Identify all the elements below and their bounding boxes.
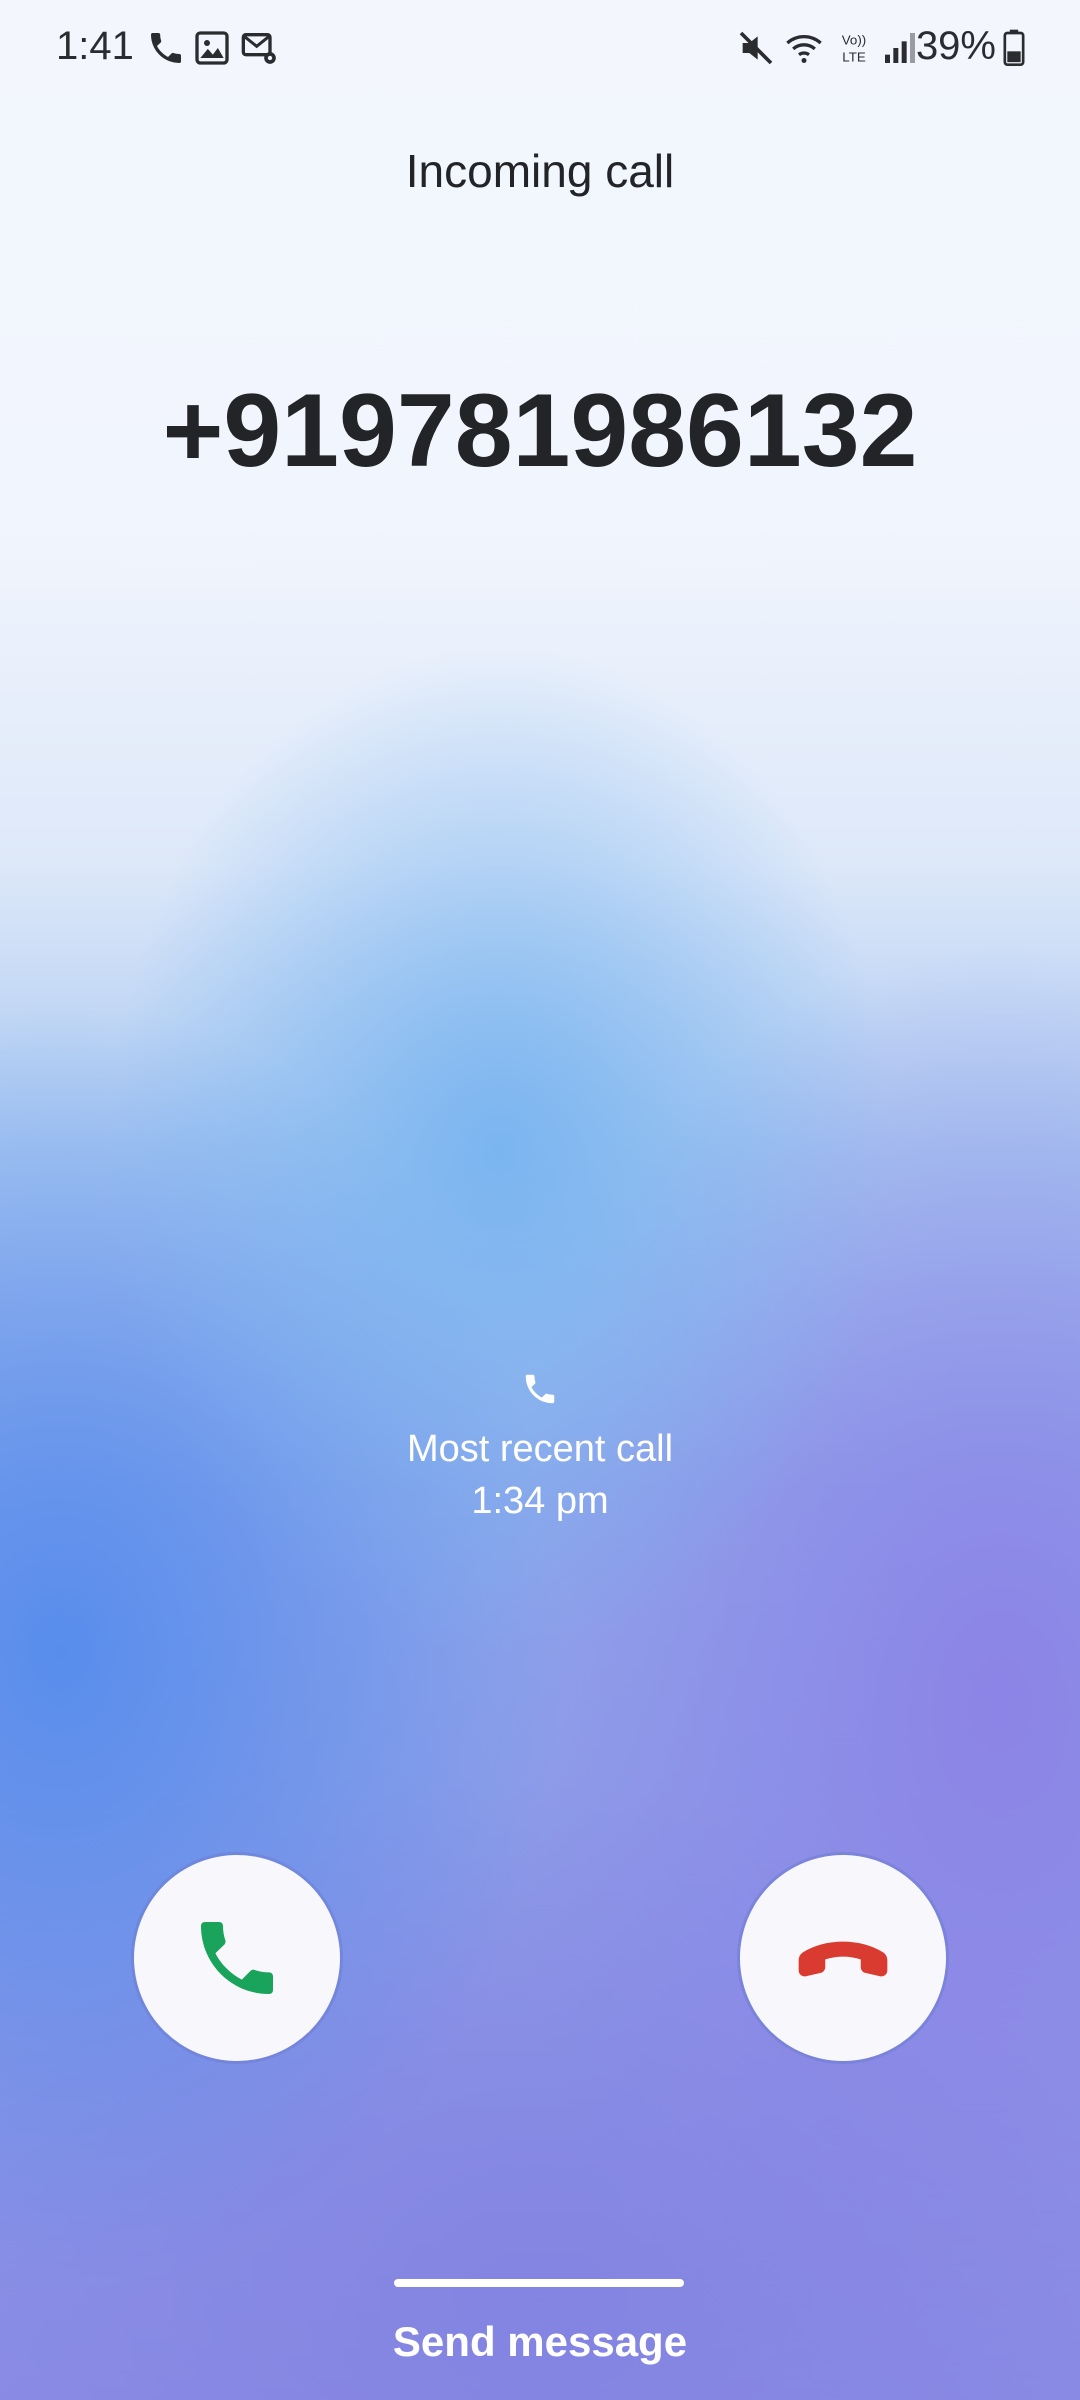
send-message-button[interactable]: Send message xyxy=(0,2318,1080,2366)
call-background xyxy=(0,0,1080,2400)
call-status-title: Incoming call xyxy=(405,145,675,197)
image-icon xyxy=(195,31,229,65)
caller-number: +919781986132 xyxy=(162,373,918,489)
phone-icon xyxy=(151,33,181,63)
wifi-icon xyxy=(786,35,822,63)
email-settings-icon xyxy=(241,33,276,64)
recent-call-label: Most recent call xyxy=(406,1428,674,1470)
battery-percent: 39% xyxy=(915,24,996,68)
decline-call-button[interactable] xyxy=(740,1855,946,2061)
recent-call-time: 1:34 pm xyxy=(471,1480,609,1522)
phone-icon xyxy=(525,1374,555,1404)
svg-text:Vo)): Vo)) xyxy=(842,33,866,48)
recent-call-info: Most recent call 1:34 pm xyxy=(0,1370,1080,1528)
signal-icon xyxy=(885,33,915,63)
phone-accept-icon xyxy=(201,1922,273,1994)
svg-text:LTE: LTE xyxy=(842,49,866,64)
send-message-handle[interactable] xyxy=(394,2279,684,2287)
mute-icon xyxy=(739,31,773,65)
status-time: 1:41 xyxy=(56,24,134,68)
battery-icon xyxy=(1003,29,1025,66)
volte-icon: Vo)) LTE xyxy=(842,33,866,65)
phone-decline-icon xyxy=(798,1941,888,1977)
status-bar: 1:41 Vo)) LTE 39% xyxy=(0,0,1080,96)
accept-call-button[interactable] xyxy=(134,1855,340,2061)
